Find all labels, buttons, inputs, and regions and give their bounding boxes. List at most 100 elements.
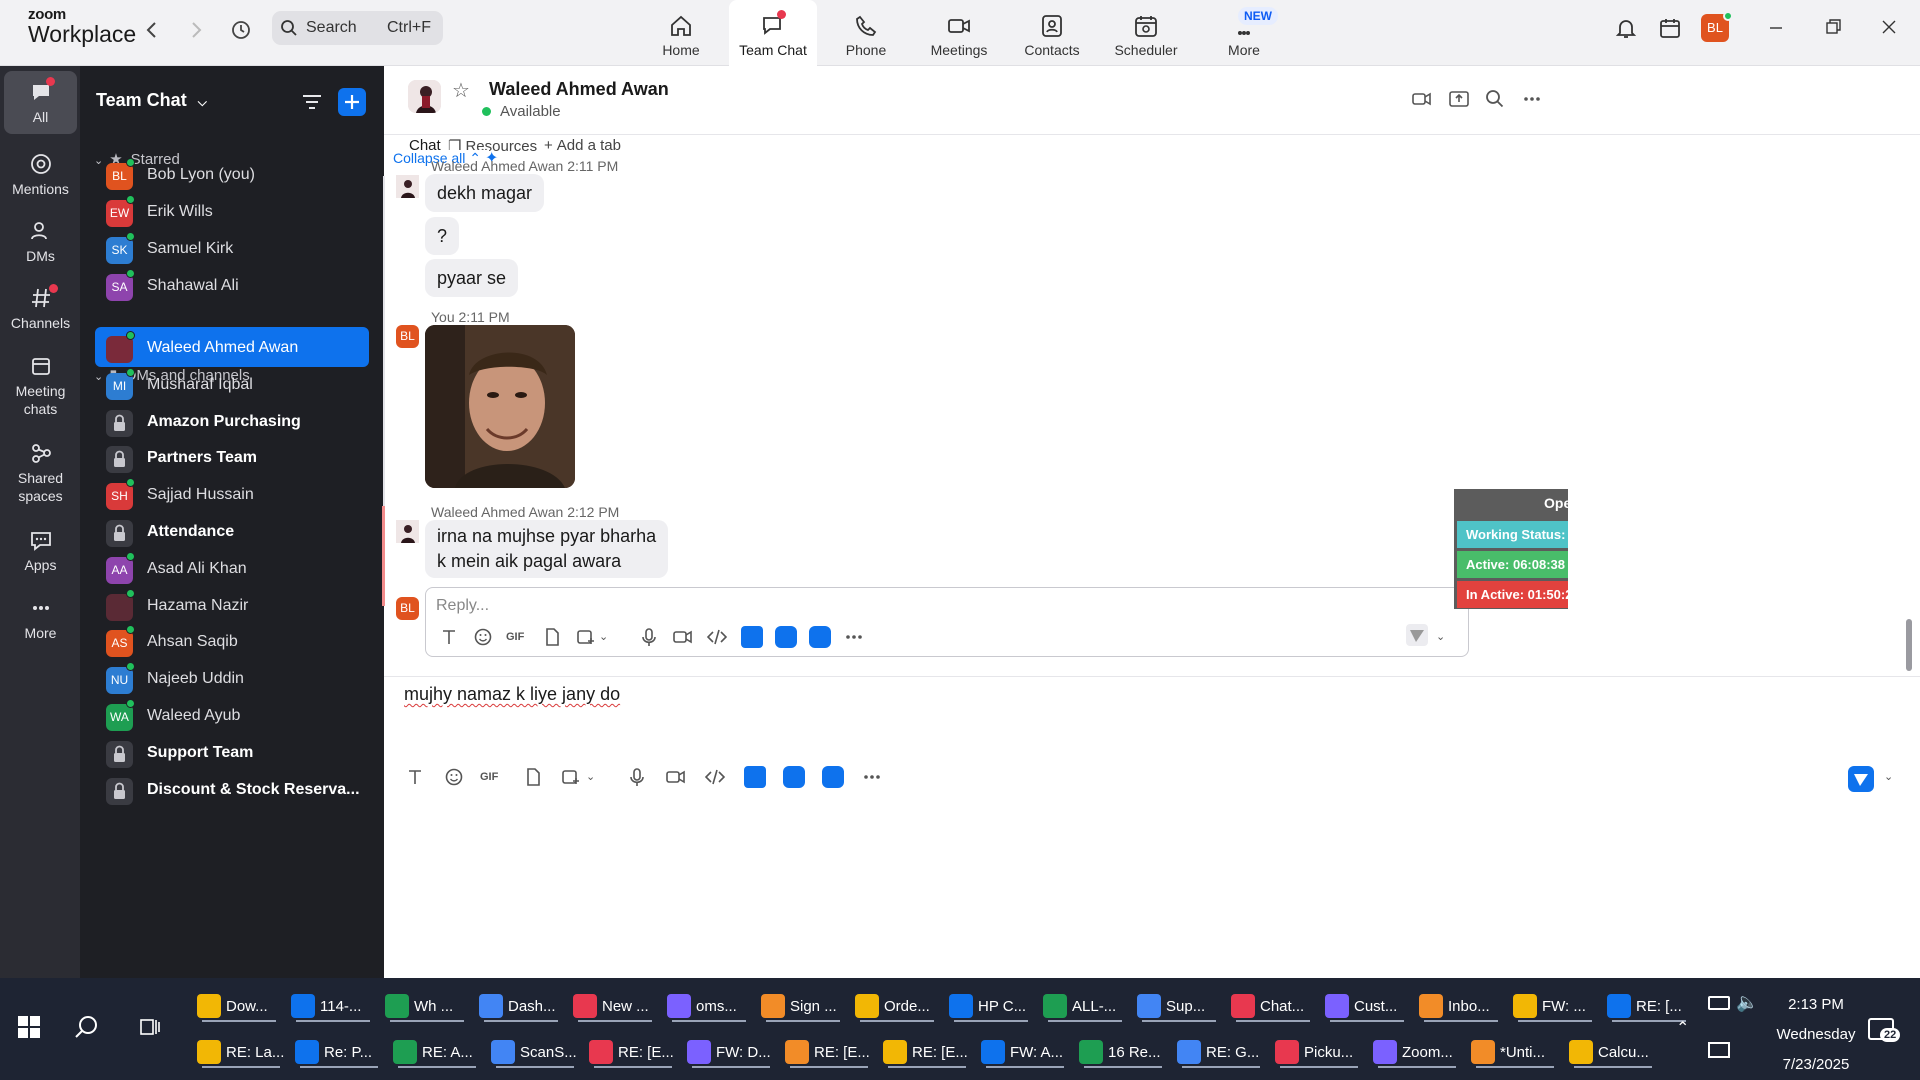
taskbar-item[interactable]: RE: [E... xyxy=(586,1036,680,1068)
taskbar-item[interactable]: ScanS... xyxy=(488,1036,582,1068)
taskbar-item[interactable]: Sign ... xyxy=(758,990,848,1022)
message-bubble[interactable]: pyaar se xyxy=(425,259,519,297)
speaker-icon[interactable]: 🔈 xyxy=(1736,992,1758,1013)
search-icon[interactable] xyxy=(1484,88,1506,110)
taskbar-item[interactable]: *Unti... xyxy=(1468,1036,1562,1068)
taskbar-item[interactable]: RE: [E... xyxy=(880,1036,974,1068)
taskbar-item[interactable]: FW: ... xyxy=(1510,990,1600,1022)
app-icon[interactable] xyxy=(783,766,805,788)
taskbar-item[interactable]: oms... xyxy=(664,990,754,1022)
close-icon[interactable] xyxy=(1878,16,1900,38)
taskbar-item[interactable]: Sup... xyxy=(1134,990,1224,1022)
message-bubble[interactable]: ? xyxy=(425,217,460,255)
gif-icon[interactable]: GIF xyxy=(506,626,532,648)
contact-waleed-ayub[interactable]: WA Waleed Ayub xyxy=(95,695,369,735)
contact-erik-wills[interactable]: EW Erik Wills xyxy=(95,191,369,231)
contact-ahsan-saqib[interactable]: AS Ahsan Saqib xyxy=(95,621,369,661)
chevron-down-icon[interactable]: ⌄ xyxy=(1436,626,1458,648)
more-tools-icon[interactable] xyxy=(843,626,865,648)
message-bubble[interactable]: dekh magar xyxy=(425,174,545,212)
add-tab-button[interactable]: + Add a tab xyxy=(544,137,621,154)
screenshot-icon[interactable] xyxy=(560,766,582,788)
restore-icon[interactable] xyxy=(1822,16,1844,38)
taskbar-item[interactable]: RE: [E... xyxy=(782,1036,876,1068)
contact-samuel-kirk[interactable]: SK Samuel Kirk xyxy=(95,228,369,268)
calendar-icon[interactable] xyxy=(1658,16,1682,40)
contact-bob-lyon-you[interactable]: BL Bob Lyon (you) xyxy=(95,154,369,194)
chevron-down-icon[interactable]: ⌄ xyxy=(1884,766,1906,788)
code-snippet-icon[interactable] xyxy=(706,626,728,648)
taskbar-item[interactable]: Calcu... xyxy=(1566,1036,1660,1068)
contact-najeeb-uddin[interactable]: NU Najeeb Uddin xyxy=(95,658,369,698)
taskbar-item[interactable]: 16 Re... xyxy=(1076,1036,1170,1068)
minimize-icon[interactable] xyxy=(1765,16,1787,38)
tab-meetings[interactable]: Meetings xyxy=(924,0,994,66)
chat-contact-name[interactable]: Waleed Ahmed Awan xyxy=(489,79,669,100)
taskbar-item[interactable]: Picku... xyxy=(1272,1036,1366,1068)
history-icon[interactable] xyxy=(229,18,253,42)
file-icon[interactable] xyxy=(541,626,563,648)
contact-hazama-nazir[interactable]: Hazama Nazir xyxy=(95,585,369,625)
contact-discount-stock-reserva[interactable]: Discount & Stock Reserva... xyxy=(95,769,369,809)
forward-arrow-icon[interactable] xyxy=(184,18,208,42)
rail-apps[interactable]: Apps xyxy=(4,527,77,574)
search-icon[interactable] xyxy=(74,1014,100,1040)
contact-musharaf-iqbal[interactable]: MI Musharaf Iqbal xyxy=(95,364,369,404)
notification-bell-icon[interactable] xyxy=(1614,16,1638,40)
star-icon[interactable]: ☆ xyxy=(452,78,470,103)
sidebar-title[interactable]: Team Chat ⌵ xyxy=(96,90,207,111)
taskbar-item[interactable]: HP C... xyxy=(946,990,1036,1022)
taskbar-item[interactable]: RE: G... xyxy=(1174,1036,1268,1068)
gif-icon[interactable]: GIF xyxy=(480,766,506,788)
more-tools-icon[interactable] xyxy=(861,766,883,788)
taskbar-item[interactable]: FW: A... xyxy=(978,1036,1072,1068)
chevron-down-icon[interactable]: ⌄ xyxy=(586,766,608,788)
send-icon[interactable] xyxy=(1848,766,1874,792)
video-message-icon[interactable] xyxy=(665,766,687,788)
user-avatar[interactable]: BL xyxy=(1701,11,1733,42)
microphone-icon[interactable] xyxy=(638,626,660,648)
rail-all[interactable]: All xyxy=(4,71,77,134)
thread-reply-box[interactable]: Reply... GIF ⌄ ⌄ xyxy=(425,587,1469,657)
task-view-icon[interactable] xyxy=(138,1015,162,1039)
search-bar[interactable]: Search Ctrl+F xyxy=(272,11,443,45)
video-call-icon[interactable] xyxy=(1411,88,1433,110)
taskbar-item[interactable]: Dow... xyxy=(194,990,284,1022)
contact-support-team[interactable]: Support Team xyxy=(95,732,369,772)
taskbar-item[interactable]: Dash... xyxy=(476,990,566,1022)
reply-input[interactable]: Reply... xyxy=(436,597,489,615)
code-snippet-icon[interactable] xyxy=(704,766,726,788)
send-icon[interactable] xyxy=(1406,624,1428,646)
taskbar-item[interactable]: Chat... xyxy=(1228,990,1318,1022)
contact-avatar[interactable] xyxy=(408,80,441,113)
working-status-widget[interactable]: Oper Working Status: A Active: 06:08:38 … xyxy=(1454,489,1577,609)
chevron-down-icon[interactable]: ⌄ xyxy=(599,626,621,648)
more-options-icon[interactable] xyxy=(1521,88,1543,110)
composer-text[interactable]: mujhy namaz k liye jany do xyxy=(404,684,620,704)
tab-contacts[interactable]: Contacts xyxy=(1018,0,1086,66)
emoji-icon[interactable] xyxy=(443,766,465,788)
message-bubble[interactable]: irna na mujhse pyar bharha k mein aik pa… xyxy=(425,520,669,578)
battery-icon[interactable] xyxy=(1708,996,1730,1010)
rail-dms[interactable]: DMs xyxy=(4,218,77,265)
contact-waleed-ahmed-awan[interactable]: Waleed Ahmed Awan xyxy=(95,327,369,367)
contact-sajjad-hussain[interactable]: SH Sajjad Hussain xyxy=(95,474,369,514)
rail-shared-spaces[interactable]: Shared spaces xyxy=(4,440,77,505)
network-icon[interactable] xyxy=(1708,1042,1730,1058)
emoji-icon[interactable] xyxy=(472,626,494,648)
taskbar-item[interactable]: Re: P... xyxy=(292,1036,386,1068)
rail-channels[interactable]: Channels xyxy=(4,284,77,332)
contact-partners-team[interactable]: Partners Team xyxy=(95,437,369,477)
taskbar-item[interactable]: New ... xyxy=(570,990,660,1022)
taskbar-item[interactable]: Inbo... xyxy=(1416,990,1506,1022)
taskbar-item[interactable]: Zoom... xyxy=(1370,1036,1464,1068)
rail-mentions[interactable]: Mentions xyxy=(4,151,77,198)
text-format-icon[interactable] xyxy=(404,766,426,788)
tab-team-chat[interactable]: Team Chat xyxy=(729,0,817,66)
rail-meeting-chats[interactable]: Meeting chats xyxy=(4,353,77,418)
taskbar-item[interactable]: Orde... xyxy=(852,990,942,1022)
app-icon[interactable] xyxy=(809,626,831,648)
windows-start-icon[interactable] xyxy=(18,1016,40,1038)
taskbar-item[interactable]: RE: A... xyxy=(390,1036,484,1068)
text-format-icon[interactable] xyxy=(438,626,460,648)
